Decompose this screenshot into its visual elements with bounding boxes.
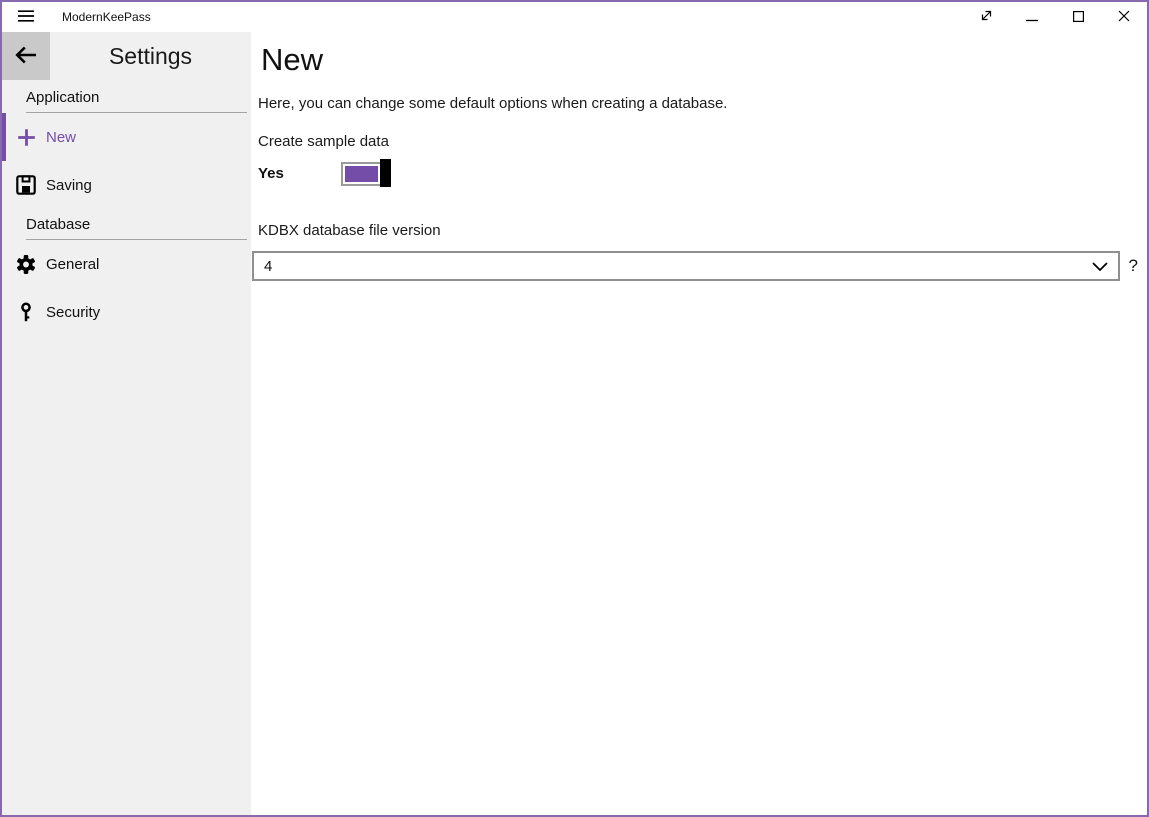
combobox-selected-value: 4 xyxy=(264,258,1092,275)
settings-sidebar: Settings Application New Saving Database xyxy=(2,32,251,815)
sidebar-item-label: Security xyxy=(46,304,100,321)
titlebar-drag-area xyxy=(151,2,963,32)
maximize-button[interactable] xyxy=(1055,2,1101,32)
create-sample-data-label: Create sample data xyxy=(258,133,1147,150)
toggle-thumb[interactable] xyxy=(380,159,391,187)
back-arrow-icon xyxy=(14,45,38,68)
sidebar-header: Settings xyxy=(2,32,251,82)
titlebar: ModernKeePass xyxy=(2,2,1147,32)
minimize-button[interactable] xyxy=(1009,2,1055,32)
hamburger-menu-button[interactable] xyxy=(2,2,50,32)
fullscreen-button[interactable] xyxy=(963,2,1009,32)
create-sample-data-toggle[interactable] xyxy=(341,159,391,187)
hamburger-icon xyxy=(18,10,34,25)
kdbx-help-button[interactable]: ? xyxy=(1129,256,1138,276)
sidebar-item-security[interactable]: Security xyxy=(2,288,251,336)
minimize-icon xyxy=(1026,10,1038,25)
sidebar-title: Settings xyxy=(50,32,251,80)
toggle-track xyxy=(341,162,382,186)
toggle-fill xyxy=(345,166,378,182)
chevron-down-icon xyxy=(1092,262,1108,271)
back-button[interactable] xyxy=(2,32,50,80)
page-description: Here, you can change some default option… xyxy=(258,95,1147,112)
sidebar-item-label: Saving xyxy=(46,177,92,194)
close-button[interactable] xyxy=(1101,2,1147,32)
toggle-state-text: Yes xyxy=(258,165,341,182)
sidebar-item-general[interactable]: General xyxy=(2,240,251,288)
sidebar-item-label: General xyxy=(46,256,99,273)
kdbx-version-row: 4 ? xyxy=(252,251,1138,281)
create-sample-data-row: Yes xyxy=(258,159,1147,187)
maximize-icon xyxy=(1073,10,1084,25)
key-icon xyxy=(16,302,36,322)
section-label-database: Database xyxy=(26,216,247,240)
close-icon xyxy=(1118,10,1130,25)
gear-icon xyxy=(16,254,36,274)
fullscreen-icon xyxy=(980,9,993,25)
window-title: ModernKeePass xyxy=(62,10,151,24)
sidebar-item-saving[interactable]: Saving xyxy=(2,161,251,209)
kdbx-version-label: KDBX database file version xyxy=(258,222,1147,239)
plus-icon xyxy=(16,127,36,147)
settings-new-page: New Here, you can change some default op… xyxy=(251,32,1147,815)
section-label-application: Application xyxy=(26,89,247,113)
sidebar-item-new[interactable]: New xyxy=(2,113,251,161)
sidebar-item-label: New xyxy=(46,129,76,146)
page-title: New xyxy=(261,42,1147,78)
selection-indicator xyxy=(2,113,6,161)
save-icon xyxy=(16,175,36,195)
kdbx-version-combobox[interactable]: 4 xyxy=(252,251,1120,281)
